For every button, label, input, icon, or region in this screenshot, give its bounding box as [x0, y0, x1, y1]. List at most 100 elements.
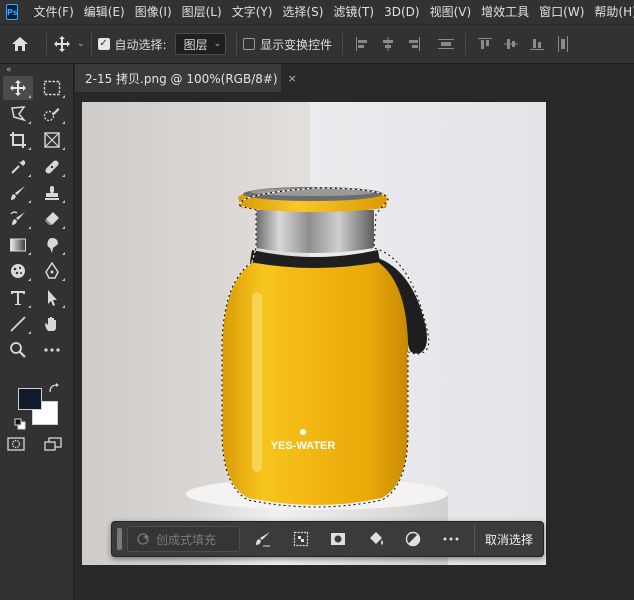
- tools-panel: «: [0, 64, 74, 600]
- menu-image[interactable]: 图像(I): [130, 0, 177, 24]
- quick-selection-icon: [43, 108, 60, 122]
- frame-tool[interactable]: [37, 128, 67, 152]
- align-vcenter-button[interactable]: [498, 31, 524, 57]
- menu-help[interactable]: 帮助(H): [589, 0, 634, 24]
- move-tool-preset[interactable]: ⌄: [53, 35, 85, 53]
- auto-select-checkbox[interactable]: [97, 38, 110, 50]
- menu-layer[interactable]: 图层(L): [177, 0, 227, 24]
- divider: [46, 33, 47, 55]
- create-mask-button[interactable]: [319, 524, 357, 554]
- distribute-vertical-icon: [558, 36, 569, 52]
- swap-colors-icon[interactable]: [48, 382, 60, 394]
- deselect-button[interactable]: 取消选择: [475, 531, 543, 548]
- distribute-vertical-button[interactable]: [550, 31, 576, 57]
- menu-select[interactable]: 选择(S): [277, 0, 328, 24]
- brush-icon: [11, 185, 25, 200]
- brush-selection-icon: [255, 532, 270, 547]
- foreground-color-swatch[interactable]: [18, 388, 42, 410]
- menu-type[interactable]: 文字(Y): [227, 0, 278, 24]
- align-hcenter-button[interactable]: [375, 31, 401, 57]
- align-middle-icon: [504, 39, 519, 49]
- generative-sparkle-icon: [137, 533, 149, 545]
- eyedropper-icon: [11, 159, 26, 174]
- menu-view[interactable]: 视图(V): [425, 0, 477, 24]
- document-canvas[interactable]: YES-WATER: [82, 102, 546, 565]
- zoom-tool[interactable]: [3, 338, 33, 362]
- menu-3d[interactable]: 3D(D): [379, 0, 424, 24]
- default-colors-icon[interactable]: [14, 418, 26, 430]
- lasso-tool[interactable]: [3, 102, 33, 126]
- align-left-button[interactable]: [349, 31, 375, 57]
- lasso-icon: [11, 106, 27, 122]
- move-icon: [54, 36, 70, 52]
- move-tool[interactable]: [3, 76, 33, 100]
- menu-filter[interactable]: 滤镜(T): [328, 0, 379, 24]
- history-brush-icon: [10, 211, 25, 225]
- quick-selection-tool[interactable]: [37, 102, 67, 126]
- eraser-tool[interactable]: [37, 207, 67, 231]
- auto-select-target-dropdown[interactable]: 图层 ⌄: [174, 33, 227, 55]
- menu-window[interactable]: 窗口(W): [534, 0, 589, 24]
- zoom-icon: [10, 341, 26, 358]
- water-drop-logo-icon: [300, 429, 306, 435]
- invert-selection-button[interactable]: [282, 524, 320, 554]
- adjustment-layer-button[interactable]: [395, 524, 433, 554]
- history-brush-tool[interactable]: [3, 207, 33, 231]
- more-horizontal-icon: [443, 537, 459, 541]
- collapse-panel-icon[interactable]: «: [0, 64, 73, 76]
- clone-stamp-tool[interactable]: [37, 181, 67, 205]
- show-transform-label: 显示变换控件: [260, 37, 333, 52]
- gradient-tool[interactable]: [3, 233, 33, 257]
- close-icon[interactable]: ×: [288, 72, 297, 85]
- auto-select-target-value: 图层: [183, 37, 208, 52]
- drag-handle[interactable]: [117, 528, 122, 550]
- chevron-down-icon: ⌄: [77, 39, 85, 49]
- menu-edit[interactable]: 编辑(E): [79, 0, 130, 24]
- pen-tool[interactable]: [37, 259, 67, 283]
- dodge-tool[interactable]: [3, 259, 33, 283]
- align-bottom-button[interactable]: [524, 31, 550, 57]
- mask-icon: [331, 533, 346, 545]
- fill-selection-button[interactable]: [357, 524, 395, 554]
- distribute-button[interactable]: [433, 31, 459, 57]
- paint-bucket-icon: [369, 532, 383, 545]
- menu-plugins[interactable]: 增效工具: [476, 0, 534, 24]
- generative-fill-button[interactable]: 创成式填充: [126, 526, 241, 552]
- crop-tool[interactable]: [3, 128, 33, 152]
- spot-healing-tool[interactable]: [37, 155, 67, 179]
- divider: [236, 33, 238, 55]
- more-horizontal-icon: [44, 348, 60, 352]
- bottle-brand-text: YES-WATER: [271, 440, 336, 452]
- screen-mode-icon[interactable]: [42, 436, 64, 452]
- align-top-button[interactable]: [472, 31, 498, 57]
- align-right-icon: [409, 37, 421, 51]
- divider: [90, 33, 92, 55]
- align-left-icon: [356, 37, 368, 51]
- document-tab[interactable]: 2-15 拷贝.png @ 100%(RGB/8#) ×: [75, 64, 297, 92]
- show-transform-checkbox[interactable]: [243, 38, 256, 50]
- quick-mask-icon[interactable]: [6, 436, 28, 452]
- path-selection-tool[interactable]: [37, 286, 67, 310]
- eyedropper-tool[interactable]: [3, 155, 33, 179]
- tool-grid: [0, 76, 73, 364]
- modify-selection-button[interactable]: [244, 524, 282, 554]
- align-right-button[interactable]: [401, 31, 427, 57]
- photoshop-logo-icon: Ps: [6, 4, 19, 20]
- brush-tool[interactable]: [3, 181, 33, 205]
- smudge-icon: [47, 238, 58, 254]
- more-options-button[interactable]: [432, 524, 470, 554]
- eraser-icon: [45, 211, 59, 225]
- options-bar: ⌄ 自动选择: 图层 ⌄ 显示变换控件: [0, 24, 634, 64]
- chevron-down-icon: ⌄: [213, 39, 222, 49]
- menu-file[interactable]: 文件(F): [28, 0, 78, 24]
- smudge-tool[interactable]: [37, 233, 67, 257]
- type-tool[interactable]: [3, 286, 33, 310]
- marquee-tool[interactable]: [37, 76, 67, 100]
- crop-icon: [10, 132, 26, 149]
- line-tool[interactable]: [3, 312, 33, 336]
- type-icon: [11, 290, 25, 305]
- document-tab-bar: 2-15 拷贝.png @ 100%(RGB/8#) ×: [75, 64, 634, 92]
- hand-tool[interactable]: [37, 312, 67, 336]
- home-button[interactable]: [0, 24, 40, 64]
- more-tools[interactable]: [37, 338, 67, 362]
